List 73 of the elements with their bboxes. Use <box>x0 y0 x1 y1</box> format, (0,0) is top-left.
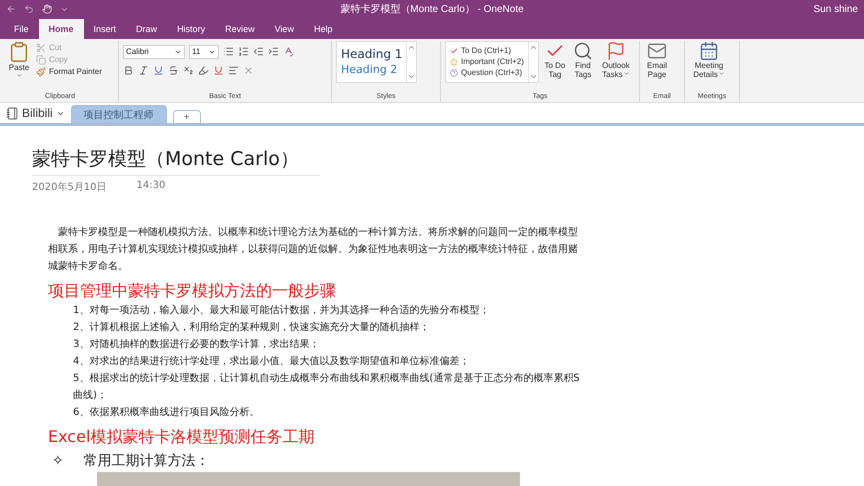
star-icon <box>450 58 458 66</box>
styles-gallery[interactable]: Heading 1 Heading 2 <box>336 40 418 83</box>
font-size-field[interactable]: 11 <box>189 44 219 59</box>
caret-icon <box>718 70 725 78</box>
section-heading: Excel模拟蒙特卡洛模型预测任务工期 <box>48 426 316 448</box>
question-icon <box>450 68 458 77</box>
highlighter-icon <box>198 64 209 76</box>
ribbon-tab[interactable]: File <box>4 18 39 39</box>
tag-button[interactable]: Outlook Tasks <box>598 40 633 80</box>
section-tab[interactable]: 项目控制工程师 <box>70 105 167 124</box>
outdent-icon <box>253 46 264 58</box>
font-field[interactable]: Calibri <box>123 44 185 59</box>
strikethrough-icon <box>168 64 179 76</box>
paintbrush-icon <box>36 66 46 77</box>
touch-mode-icon <box>42 4 52 14</box>
italic-icon <box>138 64 149 76</box>
subscript-icon <box>183 64 194 76</box>
delete-icon <box>243 64 254 76</box>
page-time: 14:30 <box>136 180 166 194</box>
calendar-icon <box>699 40 719 61</box>
ribbon-tab[interactable]: Help <box>304 18 342 39</box>
scissors-icon <box>36 42 46 53</box>
checkbox-icon <box>450 46 458 55</box>
paste-button[interactable]: Paste <box>6 40 32 80</box>
step-text: 3、对随机抽样的数据进行必要的数学计算，求出结果； <box>73 338 320 352</box>
window-title: 蒙特卡罗模型（Monte Carlo） - OneNote <box>339 2 525 16</box>
step-text: 1、对每一项活动，输入最小、最大和最可能估计数据，并为其选择一种合适的先验分布模型； <box>73 304 490 318</box>
notebook-icon <box>6 106 19 120</box>
notebook-selector[interactable]: Bilibili <box>6 103 65 124</box>
font-color-icon <box>213 64 224 76</box>
painter-button[interactable]: Format Painter <box>36 66 102 77</box>
underline-icon <box>153 64 164 76</box>
ribbon-tab[interactable]: Review <box>215 18 265 39</box>
section-heading: 项目管理中蒙特卡罗模拟方法的一般步骤 <box>48 280 337 302</box>
add-section-tab[interactable]: + <box>172 110 201 124</box>
step-text: 2、计算机根据上述输入，利用给定的某种规则，快速实施充分大量的随机抽样； <box>73 320 430 336</box>
tag-button[interactable]: Find Tags <box>570 40 595 80</box>
undo-icon <box>24 4 34 14</box>
style-item[interactable]: Heading 2 <box>341 63 402 76</box>
email-page-button[interactable]: Email Page <box>644 40 670 80</box>
tag-item[interactable]: To Do (Ctrl+1) <box>450 46 524 56</box>
bold-icon <box>123 64 134 76</box>
meeting-details-button[interactable]: Meeting Details <box>689 40 729 80</box>
page-date: 2020年5月10日 <box>32 181 107 194</box>
tags-gallery[interactable]: To Do (Ctrl+1) Important (Ctrl+2) Question (Ctrl+3) <box>445 40 539 83</box>
bullet-text: 常用工期计算方法： <box>84 452 210 472</box>
tag-button[interactable]: To Do Tag <box>542 40 567 80</box>
search-icon <box>572 40 593 61</box>
ribbon-tab[interactable]: History <box>167 18 216 39</box>
tag-item[interactable]: Question (Ctrl+3) <box>450 68 524 78</box>
ribbon-tab[interactable]: Draw <box>126 18 168 39</box>
step-text: 6、依据累积概率曲线进行项目风险分析。 <box>73 406 260 420</box>
ribbon-tab[interactable]: Insert <box>84 18 126 39</box>
align-icon <box>228 64 239 76</box>
ribbon-tab[interactable]: View <box>264 18 304 39</box>
flag-icon <box>606 40 626 61</box>
page-title: 蒙特卡罗模型（Monte Carlo） <box>32 146 320 176</box>
paragraph-text: 蒙特卡罗模型是一种随机模拟方法。以概率和统计理论方法为基础的一种计算方法。将所求解的问题同一定的概率模型相联系，用电子计算机实现统计模拟或抽样，以获得问题的近似解。为象征性地表明这一方法的概率统计特征，故借用赌城蒙特卡罗命名。 <box>48 226 579 274</box>
indent-icon <box>268 46 279 58</box>
copy-icon <box>36 54 46 65</box>
back-icon <box>6 4 16 14</box>
user-name[interactable]: Sun shine <box>558 4 858 15</box>
clipboard-icon <box>8 40 30 63</box>
caret-icon <box>16 72 22 80</box>
bullet-marker: ✧ <box>52 452 64 472</box>
spelling-icon <box>283 46 294 58</box>
ribbon-tab[interactable]: Home <box>38 18 84 39</box>
envelope-icon <box>647 40 667 61</box>
step-text: 4、对求出的结果进行统计学处理，求出最小值、最大值以及数学期望值和单位标准偏差； <box>73 354 470 370</box>
numbering-icon <box>238 46 249 58</box>
tag-item[interactable]: Important (Ctrl+2) <box>450 57 524 66</box>
step-text: 5、根据求出的统计学处理数据，让计算机自动生成概率分布曲线和累积概率曲线(通常是基于正态分布的概率累积S曲线)； <box>73 372 581 404</box>
style-item[interactable]: Heading 1 <box>341 47 402 62</box>
